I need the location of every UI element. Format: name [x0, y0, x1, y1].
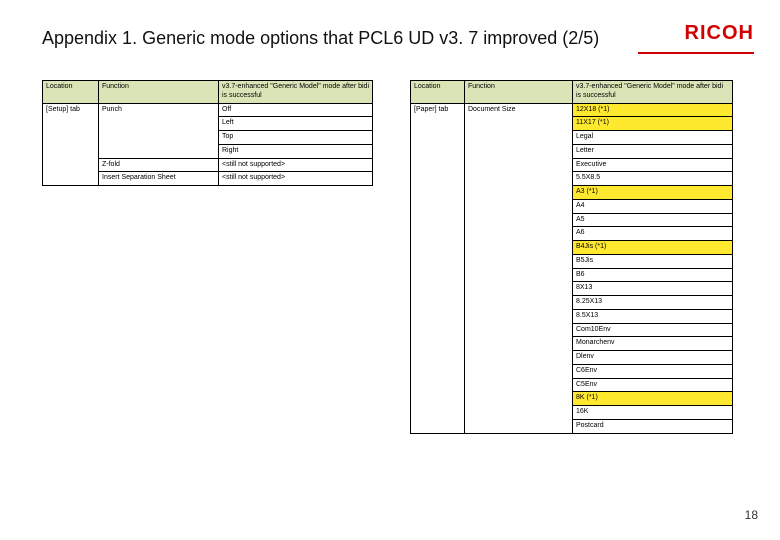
cell-mode: A6: [573, 227, 733, 241]
cell-location: [Setup] tab: [43, 103, 99, 186]
cell-mode: Com10Env: [573, 323, 733, 337]
cell-mode: Dlenv: [573, 351, 733, 365]
cell-mode: 8K (*1): [573, 392, 733, 406]
table-header-row: Location Function v3.7-enhanced "Generic…: [411, 81, 733, 104]
cell-mode: <still not supported>: [219, 158, 373, 172]
col-location: Location: [43, 81, 99, 104]
cell-mode: Letter: [573, 144, 733, 158]
cell-function: Z-fold: [99, 158, 219, 172]
col-function: Function: [99, 81, 219, 104]
cell-function: Document Size: [465, 103, 573, 433]
cell-mode: Off: [219, 103, 373, 117]
cell-mode: A3 (*1): [573, 186, 733, 200]
cell-function: Insert Separation Sheet: [99, 172, 219, 186]
cell-mode: <still not supported>: [219, 172, 373, 186]
cell-mode: 8X13: [573, 282, 733, 296]
cell-mode: 16K: [573, 406, 733, 420]
col-function: Function: [465, 81, 573, 104]
cell-mode: C6Env: [573, 364, 733, 378]
page-number: 18: [745, 508, 758, 522]
cell-mode: 8.25X13: [573, 296, 733, 310]
cell-mode: Left: [219, 117, 373, 131]
col-location: Location: [411, 81, 465, 104]
cell-mode: Legal: [573, 131, 733, 145]
ricoh-logo: RICOH: [685, 22, 754, 45]
cell-location: [Paper] tab: [411, 103, 465, 433]
cell-mode: B5Jis: [573, 254, 733, 268]
cell-mode: Postcard: [573, 419, 733, 433]
table-header-row: Location Function v3.7-enhanced "Generic…: [43, 81, 373, 104]
cell-mode: C5Env: [573, 378, 733, 392]
cell-mode: Right: [219, 144, 373, 158]
logo-underline: [638, 52, 754, 54]
cell-function: Punch: [99, 103, 219, 158]
cell-mode: B6: [573, 268, 733, 282]
right-options-table: Location Function v3.7-enhanced "Generic…: [410, 80, 733, 434]
cell-mode: B4Jis (*1): [573, 241, 733, 255]
left-options-table: Location Function v3.7-enhanced "Generic…: [42, 80, 373, 186]
cell-mode: A4: [573, 199, 733, 213]
col-mode: v3.7-enhanced "Generic Model" mode after…: [219, 81, 373, 104]
cell-mode: Executive: [573, 158, 733, 172]
cell-mode: 8.5X13: [573, 309, 733, 323]
cell-mode: A5: [573, 213, 733, 227]
cell-mode: 5.5X8.5: [573, 172, 733, 186]
col-mode: v3.7-enhanced "Generic Model" mode after…: [573, 81, 733, 104]
cell-mode: 12X18 (*1): [573, 103, 733, 117]
page-title: Appendix 1. Generic mode options that PC…: [42, 28, 599, 49]
table-row: [Paper] tabDocument Size12X18 (*1): [411, 103, 733, 117]
table-row: [Setup] tab Punch Off: [43, 103, 373, 117]
cell-mode: Top: [219, 131, 373, 145]
cell-mode: 11X17 (*1): [573, 117, 733, 131]
cell-mode: Monarchenv: [573, 337, 733, 351]
